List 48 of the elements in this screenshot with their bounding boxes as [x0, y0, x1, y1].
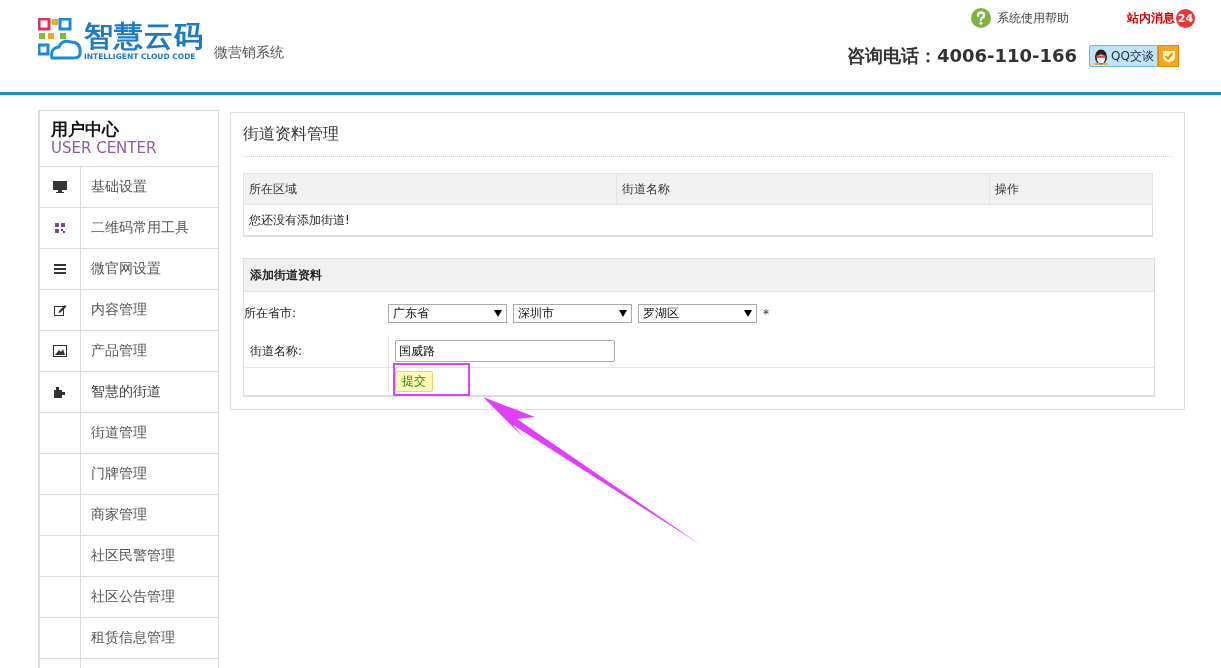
sidebar-subitem[interactable]: 门牌管理: [81, 454, 147, 494]
penguin-icon: [1093, 47, 1110, 65]
column-header: 所在区域: [243, 173, 617, 205]
sidebar-item[interactable]: 内容管理: [40, 290, 218, 331]
monitor-icon: [53, 181, 67, 193]
qq-chat-button[interactable]: QQ交谈: [1089, 45, 1158, 67]
sidebar-title: 用户中心: [51, 119, 120, 139]
district-select[interactable]: 罗湖区: [638, 304, 757, 323]
sidebar-item[interactable]: 二维码常用工具: [40, 208, 218, 249]
logo-icon: [38, 18, 82, 60]
sidebar-item[interactable]: 智慧的街道: [40, 372, 218, 413]
qr-code-icon: [54, 222, 66, 234]
page-title: 街道资料管理: [243, 113, 1172, 157]
sidebar-subitem[interactable]: 商家管理: [81, 495, 147, 535]
phone-number: 咨询电话：4006-110-166: [846, 44, 1078, 68]
required-mark: *: [763, 306, 769, 321]
messages-link[interactable]: 站内消息: [1127, 9, 1175, 27]
help-link[interactable]: 系统使用帮助: [997, 9, 1069, 27]
sidebar-subitem[interactable]: 社区民警管理: [81, 536, 175, 576]
sidebar-item[interactable]: 基础设置: [40, 167, 218, 208]
message-count-badge: 24: [1176, 8, 1195, 28]
sidebar-item[interactable]: 产品管理: [40, 331, 218, 372]
sidebar-subitem[interactable]: 街道管理: [81, 413, 147, 453]
image-icon: [53, 345, 67, 357]
street-label: 街道名称:: [249, 342, 304, 360]
puzzle-icon: [53, 386, 67, 398]
column-header: 街道名称: [616, 173, 990, 205]
shield-check-icon: [1158, 45, 1179, 67]
province-select[interactable]: 广东省: [388, 304, 507, 323]
street-name-input[interactable]: 国威路: [395, 340, 615, 362]
column-header: 操作: [989, 173, 1153, 205]
sidebar-subitem[interactable]: 租赁信息管理: [81, 618, 175, 658]
system-name: 微营销系统: [214, 44, 284, 62]
submit-button[interactable]: 提交: [395, 371, 433, 392]
empty-message: 您还没有添加街道!: [243, 204, 1153, 236]
caret-icon: [494, 310, 502, 317]
sidebar-item[interactable]: 微官网设置: [40, 249, 218, 290]
region-label: 所在省市:: [244, 305, 298, 322]
menu-icon: [54, 264, 66, 274]
help-icon: [971, 8, 991, 28]
sidebar-subtitle: USER CENTER: [51, 139, 158, 157]
caret-icon: [619, 310, 627, 317]
form-title: 添加街道资料: [244, 259, 1154, 292]
sidebar-subitem[interactable]: 社区公告管理: [81, 577, 175, 617]
city-select[interactable]: 深圳市: [513, 304, 632, 323]
logo-title: 智慧云码: [84, 20, 204, 52]
caret-icon: [744, 310, 752, 317]
edit-icon: [53, 304, 67, 316]
